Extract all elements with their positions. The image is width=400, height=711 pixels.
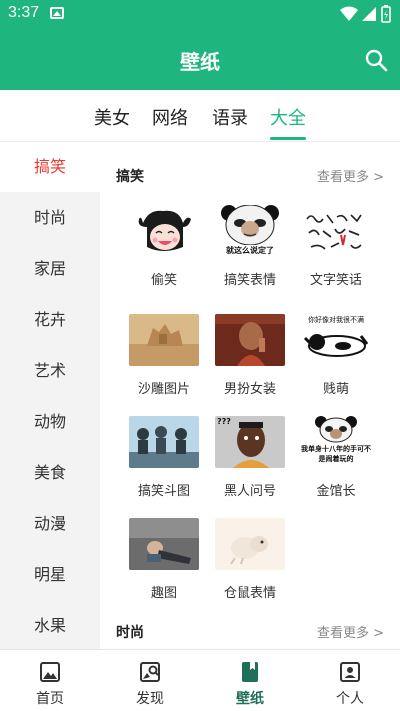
active-tab-indicator bbox=[270, 137, 306, 140]
image-search-icon bbox=[140, 662, 160, 682]
sidebar-item-animals[interactable]: 动物 bbox=[0, 397, 100, 447]
section-title-funny: 搞笑 bbox=[116, 169, 144, 185]
grid-item[interactable]: 趣图 bbox=[121, 518, 207, 613]
sidebar-item-funny[interactable]: 搞笑 bbox=[0, 142, 100, 192]
tab-all[interactable]: 大全 bbox=[270, 104, 306, 130]
thumbnail-image: ??? bbox=[215, 416, 285, 468]
item-label: 贱萌 bbox=[322, 382, 349, 397]
notification-image-icon bbox=[50, 7, 64, 19]
system-icons bbox=[340, 5, 391, 23]
tab-network[interactable]: 网络 bbox=[152, 104, 188, 130]
tab-quotes[interactable]: 语录 bbox=[212, 104, 248, 130]
grid-item[interactable]: 就这么说定了 搞笑表情 bbox=[207, 205, 293, 300]
content-panel: 搞笑 查看更多 > 偷笑 就这么说定了 搞笑表情 文字笑话 沙雕图片 男扮女装 … bbox=[100, 142, 400, 649]
thumbnail-image bbox=[129, 518, 199, 570]
grid-item[interactable]: 男扮女装 bbox=[207, 314, 293, 409]
thumbnail-image bbox=[129, 314, 199, 366]
book-icon bbox=[242, 662, 258, 682]
status-bar: 3:37 bbox=[0, 0, 400, 28]
thumbnail-caption: 你好像对我很不满 bbox=[308, 316, 364, 324]
thumbnail-image: 你好像对我很不满 bbox=[301, 314, 371, 366]
sidebar-item-food[interactable]: 美食 bbox=[0, 448, 100, 498]
item-label: 男扮女装 bbox=[223, 382, 276, 397]
thumbnail-image bbox=[215, 314, 285, 366]
nav-item-profile[interactable]: 个人 bbox=[300, 650, 400, 711]
item-label: 搞笑表情 bbox=[223, 273, 276, 288]
bottom-nav: 首页 发现 壁纸 个人 bbox=[0, 649, 400, 711]
grid-item[interactable]: 你好像对我很不满 贱萌 bbox=[293, 314, 379, 409]
nav-label: 发现 bbox=[136, 691, 164, 707]
nav-label: 壁纸 bbox=[236, 691, 264, 707]
sidebar-item-flowers[interactable]: 花卉 bbox=[0, 295, 100, 345]
tab-beauty[interactable]: 美女 bbox=[94, 104, 130, 130]
section-title-fashion: 时尚 bbox=[116, 625, 144, 641]
nav-label: 首页 bbox=[36, 691, 64, 707]
image-icon bbox=[40, 662, 60, 682]
item-label: 搞笑斗图 bbox=[137, 484, 190, 499]
sidebar-item-home[interactable]: 家居 bbox=[0, 244, 100, 294]
item-label: 文字笑话 bbox=[309, 273, 362, 288]
thumbnail-image bbox=[129, 416, 199, 468]
thumbnail-caption: 我单身十八年的手可不是闹着玩的 bbox=[301, 445, 371, 463]
app-bar: 壁纸 bbox=[0, 28, 400, 90]
nav-label: 个人 bbox=[336, 691, 364, 707]
thumbnail-image bbox=[129, 205, 199, 257]
item-label: 沙雕图片 bbox=[137, 382, 190, 397]
thumbnail-image: 就这么说定了 bbox=[215, 205, 285, 257]
grid-item[interactable]: 偷笑 bbox=[121, 205, 207, 300]
grid-item[interactable]: 文字笑话 bbox=[293, 205, 379, 300]
person-card-icon bbox=[340, 662, 360, 682]
nav-item-discover[interactable]: 发现 bbox=[100, 650, 200, 711]
see-more-link[interactable]: 查看更多 > bbox=[317, 622, 384, 641]
status-time: 3:37 bbox=[8, 4, 40, 21]
sidebar-item-anime[interactable]: 动漫 bbox=[0, 499, 100, 549]
thumbnail-image bbox=[215, 518, 285, 570]
nav-item-home[interactable]: 首页 bbox=[0, 650, 100, 711]
sidebar-item-art[interactable]: 艺术 bbox=[0, 346, 100, 396]
signal-icon bbox=[362, 7, 376, 21]
thumbnail-caption: 就这么说定了 bbox=[215, 245, 285, 257]
top-tabs: 美女 网络 语录 大全 bbox=[0, 90, 400, 142]
sidebar-item-fruit[interactable]: 水果 bbox=[0, 601, 100, 649]
page-title: 壁纸 bbox=[180, 50, 220, 74]
item-label: 金馆长 bbox=[316, 484, 356, 499]
item-label: 仓鼠表情 bbox=[223, 586, 276, 601]
thumbnail-caption: ??? bbox=[217, 417, 231, 426]
see-more-link[interactable]: 查看更多 > bbox=[317, 166, 384, 185]
grid-item[interactable]: 仓鼠表情 bbox=[207, 518, 293, 613]
grid-item[interactable]: ??? 黑人问号 bbox=[207, 416, 293, 511]
nav-item-wallpaper[interactable]: 壁纸 bbox=[200, 650, 300, 711]
category-sidebar: 搞笑 时尚 家居 花卉 艺术 动物 美食 动漫 明星 水果 bbox=[0, 142, 100, 649]
thumbnail-image: 我单身十八年的手可不是闹着玩的 bbox=[301, 416, 371, 468]
search-icon[interactable] bbox=[364, 48, 388, 72]
item-label: 黑人问号 bbox=[223, 484, 276, 499]
thumbnail-image bbox=[301, 205, 371, 257]
grid-item[interactable]: 沙雕图片 bbox=[121, 314, 207, 409]
grid-item[interactable]: 我单身十八年的手可不是闹着玩的 金馆长 bbox=[293, 416, 379, 511]
item-label: 趣图 bbox=[150, 586, 177, 601]
item-label: 偷笑 bbox=[150, 273, 177, 288]
grid-item[interactable]: 搞笑斗图 bbox=[121, 416, 207, 511]
sidebar-item-fashion[interactable]: 时尚 bbox=[0, 193, 100, 243]
wifi-icon bbox=[340, 6, 358, 21]
sidebar-item-stars[interactable]: 明星 bbox=[0, 550, 100, 600]
